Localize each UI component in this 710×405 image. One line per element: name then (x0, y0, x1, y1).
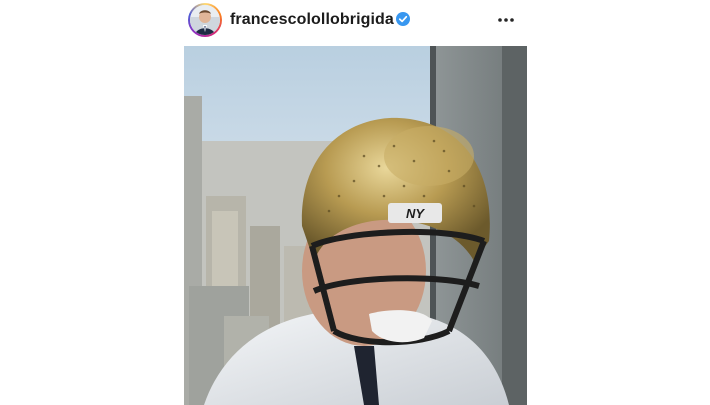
instagram-post: francescolollobrigida NY (184, 0, 527, 405)
post-photo[interactable]: NY (184, 46, 527, 405)
more-options-icon[interactable] (494, 11, 518, 29)
post-image: NY (184, 46, 527, 405)
post-header: francescolollobrigida (184, 0, 527, 44)
svg-text:NY: NY (406, 206, 425, 221)
story-ring[interactable] (188, 3, 222, 37)
avatar-icon (190, 5, 220, 35)
username[interactable]: francescolollobrigida (230, 11, 394, 29)
avatar[interactable] (190, 5, 220, 35)
verified-badge-icon (396, 12, 410, 26)
